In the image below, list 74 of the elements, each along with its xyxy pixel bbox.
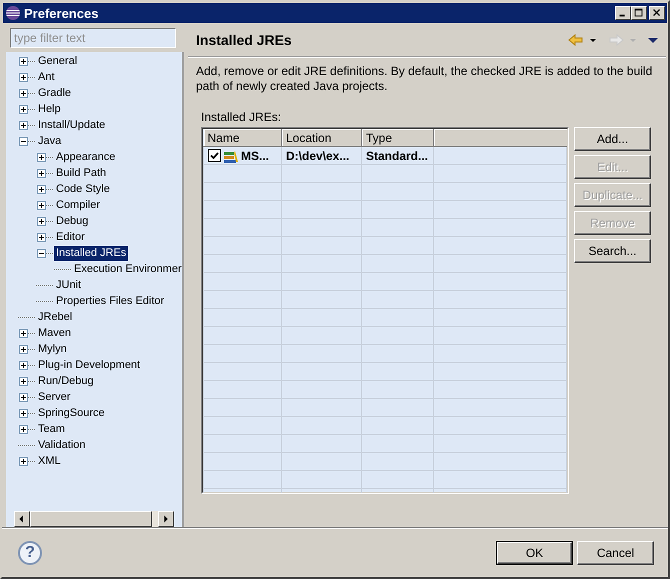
tree-item[interactable]: Server bbox=[36, 390, 72, 404]
tree-item[interactable]: XML bbox=[36, 454, 63, 468]
collapse-icon[interactable] bbox=[19, 136, 28, 146]
tree-item[interactable]: SpringSource bbox=[36, 406, 107, 420]
app-icon bbox=[5, 5, 21, 21]
expand-icon[interactable] bbox=[19, 424, 28, 434]
ok-button[interactable]: OK bbox=[497, 542, 572, 564]
tree-item[interactable]: Properties Files Editor bbox=[54, 294, 166, 308]
checkbox[interactable] bbox=[208, 149, 221, 162]
view-menu-icon[interactable] bbox=[648, 38, 658, 42]
tree-item[interactable]: General bbox=[36, 54, 80, 68]
table-cell: D:\dev\ex... bbox=[286, 148, 350, 162]
expand-icon[interactable] bbox=[19, 376, 28, 386]
table-cell: MS... bbox=[241, 148, 270, 162]
library-icon bbox=[224, 148, 238, 162]
expand-icon[interactable] bbox=[37, 216, 46, 226]
scroll-left-button[interactable] bbox=[14, 511, 30, 527]
description: Add, remove or edit JRE definitions. By default, the checked JRE is added to the build path of newly created Java projects. bbox=[196, 64, 654, 94]
tree-item[interactable]: JUnit bbox=[54, 278, 84, 292]
dropdown-icon[interactable] bbox=[590, 38, 596, 42]
close-button[interactable] bbox=[649, 6, 665, 20]
expand-icon[interactable] bbox=[19, 120, 28, 130]
column-header[interactable]: Type bbox=[362, 129, 434, 146]
help-button[interactable]: ? bbox=[18, 541, 42, 565]
tree-item[interactable]: Team bbox=[36, 422, 67, 436]
expand-icon[interactable] bbox=[19, 88, 28, 98]
expand-icon[interactable] bbox=[37, 168, 46, 178]
action-button[interactable]: Add... bbox=[574, 127, 651, 151]
collapse-icon[interactable] bbox=[37, 248, 46, 258]
tree-item[interactable]: Execution Environmer bbox=[72, 262, 182, 276]
expand-icon[interactable] bbox=[19, 408, 28, 418]
tree-item[interactable]: Maven bbox=[36, 326, 74, 340]
tree-item[interactable]: Gradle bbox=[36, 86, 74, 100]
minimize-button[interactable] bbox=[615, 6, 631, 20]
cancel-button[interactable]: Cancel bbox=[577, 541, 654, 565]
window-title: Preferences bbox=[24, 6, 100, 20]
expand-icon[interactable] bbox=[19, 56, 28, 66]
tree-item[interactable]: Java bbox=[36, 134, 64, 148]
tree-item[interactable]: Appearance bbox=[54, 150, 118, 164]
maximize-button[interactable] bbox=[631, 6, 647, 20]
tree-item[interactable]: Install/Update bbox=[36, 118, 108, 132]
expand-icon[interactable] bbox=[37, 152, 46, 162]
tree-item[interactable]: Run/Debug bbox=[36, 374, 96, 388]
tree-item[interactable]: Build Path bbox=[54, 166, 108, 180]
table-cell: Standard... bbox=[366, 148, 428, 162]
expand-icon[interactable] bbox=[19, 328, 28, 338]
tree-item[interactable]: Debug bbox=[54, 214, 90, 228]
tree-item[interactable]: Validation bbox=[36, 438, 88, 452]
expand-icon[interactable] bbox=[19, 72, 28, 82]
expand-icon[interactable] bbox=[19, 392, 28, 402]
table-label: Installed JREs: bbox=[201, 110, 282, 124]
expand-icon[interactable] bbox=[37, 232, 46, 242]
action-button[interactable]: Search... bbox=[574, 239, 651, 263]
scroll-right-button[interactable] bbox=[158, 511, 174, 527]
tree-item[interactable]: Help bbox=[36, 102, 63, 116]
expand-icon[interactable] bbox=[37, 184, 46, 194]
column-header[interactable]: Location bbox=[282, 129, 362, 146]
tree-item[interactable]: Plug-in Development bbox=[36, 358, 142, 372]
expand-icon[interactable] bbox=[37, 200, 46, 210]
expand-icon[interactable] bbox=[19, 360, 28, 370]
tree-item[interactable]: Installed JREs bbox=[54, 246, 128, 260]
tree-item[interactable]: JRebel bbox=[36, 310, 74, 324]
tree-item[interactable]: Mylyn bbox=[36, 342, 69, 356]
column-header[interactable]: Name bbox=[204, 129, 282, 146]
page-title: Installed JREs bbox=[196, 32, 293, 48]
filter-field[interactable]: type filter text bbox=[10, 28, 176, 48]
tree-item[interactable]: Ant bbox=[36, 70, 57, 84]
tree-item[interactable]: Compiler bbox=[54, 198, 102, 212]
scrollbar-thumb[interactable] bbox=[30, 511, 152, 527]
tree-item[interactable]: Code Style bbox=[54, 182, 112, 196]
expand-icon[interactable] bbox=[19, 104, 28, 114]
expand-icon[interactable] bbox=[19, 456, 28, 466]
tree-item[interactable]: Editor bbox=[54, 230, 87, 244]
expand-icon[interactable] bbox=[19, 344, 28, 354]
